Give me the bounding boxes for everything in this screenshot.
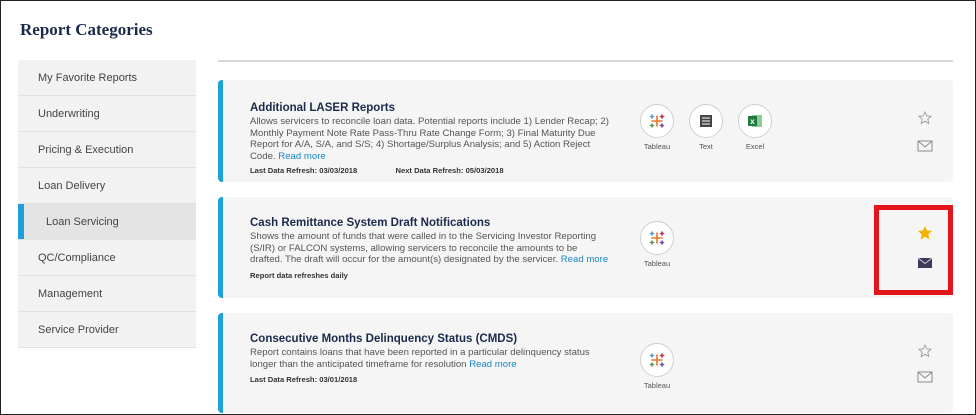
favorite-star-icon[interactable] <box>918 344 932 358</box>
text-format-button[interactable]: Text <box>684 104 728 151</box>
tableau-format-button[interactable]: Tableau <box>635 104 679 151</box>
sidebar-item-label: QC/Compliance <box>38 251 116 264</box>
sidebar-item-service-provider[interactable]: Service Provider <box>18 312 196 348</box>
sidebar-item-underwriting[interactable]: Underwriting <box>18 96 196 132</box>
excel-format-button[interactable]: x Excel <box>733 104 777 151</box>
format-label: Tableau <box>643 142 671 151</box>
format-label: Text <box>699 142 713 151</box>
favorite-star-icon[interactable] <box>918 111 932 125</box>
format-label: Tableau <box>643 259 671 268</box>
report-title[interactable]: Cash Remittance System Draft Notificatio… <box>250 217 490 229</box>
highlight-box <box>874 205 953 295</box>
sidebar-item-my-favorite-reports[interactable]: My Favorite Reports <box>18 60 196 96</box>
envelope-icon[interactable] <box>917 371 933 383</box>
format-label: Tableau <box>643 381 671 390</box>
sidebar-item-loan-delivery[interactable]: Loan Delivery <box>18 168 196 204</box>
format-label: Excel <box>745 142 765 151</box>
refresh-info: Report data refreshes daily <box>250 271 348 280</box>
report-category-sidebar: My Favorite Reports Underwriting Pricing… <box>18 60 196 348</box>
report-description: Shows the amount of funds that were call… <box>250 231 609 265</box>
page-title: Report Categories <box>20 20 153 39</box>
sidebar-item-label: Underwriting <box>38 107 100 120</box>
report-title[interactable]: Consecutive Months Delinquency Status (C… <box>250 333 517 345</box>
envelope-icon[interactable] <box>917 140 933 152</box>
report-card: Cash Remittance System Draft Notificatio… <box>218 197 953 298</box>
tableau-format-button[interactable]: Tableau <box>635 221 679 268</box>
read-more-link[interactable]: Read more <box>278 151 325 162</box>
sidebar-item-label: Loan Servicing <box>46 215 119 228</box>
divider <box>218 60 953 62</box>
tableau-format-button[interactable]: Tableau <box>635 343 679 390</box>
sidebar-item-loan-servicing[interactable]: Loan Servicing <box>18 204 196 240</box>
read-more-link[interactable]: Read more <box>561 254 608 265</box>
report-title[interactable]: Additional LASER Reports <box>250 102 395 114</box>
svg-text:x: x <box>750 117 755 126</box>
sidebar-item-management[interactable]: Management <box>18 276 196 312</box>
sidebar-item-label: Management <box>38 287 103 300</box>
tableau-icon <box>649 114 665 128</box>
refresh-info: Last Data Refresh: 03/03/2018 Next Data … <box>250 166 504 175</box>
tableau-icon <box>649 231 665 245</box>
sidebar-item-label: Service Provider <box>38 323 119 336</box>
sidebar-item-label: Pricing & Execution <box>38 143 134 156</box>
excel-icon: x <box>748 115 762 127</box>
report-description: Report contains loans that have been rep… <box>250 347 590 370</box>
report-card: Additional LASER Reports Allows servicer… <box>218 80 953 182</box>
read-more-link[interactable]: Read more <box>469 359 516 370</box>
text-file-icon <box>700 115 712 127</box>
tableau-icon <box>649 353 665 367</box>
report-card: Consecutive Months Delinquency Status (C… <box>218 313 953 413</box>
sidebar-item-pricing-execution[interactable]: Pricing & Execution <box>18 132 196 168</box>
refresh-info: Last Data Refresh: 03/01/2018 <box>250 375 358 384</box>
sidebar-item-label: Loan Delivery <box>38 179 106 192</box>
sidebar-item-qc-compliance[interactable]: QC/Compliance <box>18 240 196 276</box>
report-description: Allows servicers to reconcile loan data.… <box>250 116 609 162</box>
sidebar-item-label: My Favorite Reports <box>38 71 138 84</box>
